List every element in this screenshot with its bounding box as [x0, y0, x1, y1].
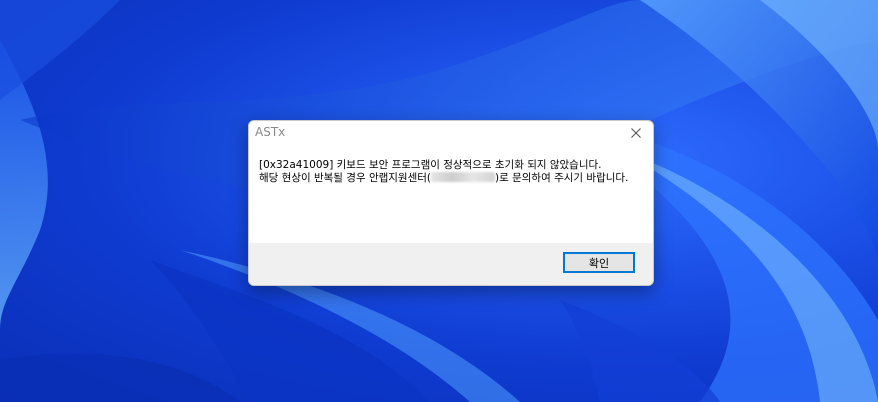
message-line-2-start: 해당 현상이 반복될 경우 안랩지원센터(: [259, 172, 432, 184]
alert-dialog: ASTx [0x32a41009] 키보드 보안 프로그램이 정상적으로 초기화…: [248, 120, 654, 286]
close-button[interactable]: [619, 121, 653, 145]
ok-button[interactable]: 확인: [563, 252, 635, 273]
close-icon: [631, 128, 641, 138]
message-line-2-end: )로 문의하여 주시기 바랍니다.: [495, 172, 629, 184]
message-line-2: 해당 현상이 반복될 경우 안랩지원센터( )로 문의하여 주시기 바랍니다.: [259, 172, 643, 185]
dialog-message: [0x32a41009] 키보드 보안 프로그램이 정상적으로 초기화 되지 않…: [259, 159, 643, 185]
message-line-1: [0x32a41009] 키보드 보안 프로그램이 정상적으로 초기화 되지 않…: [259, 159, 602, 171]
dialog-title: ASTx: [255, 125, 286, 139]
dialog-footer: 확인: [249, 243, 653, 285]
redacted-phone-number: [431, 172, 496, 182]
dialog-titlebar[interactable]: ASTx: [249, 121, 653, 147]
